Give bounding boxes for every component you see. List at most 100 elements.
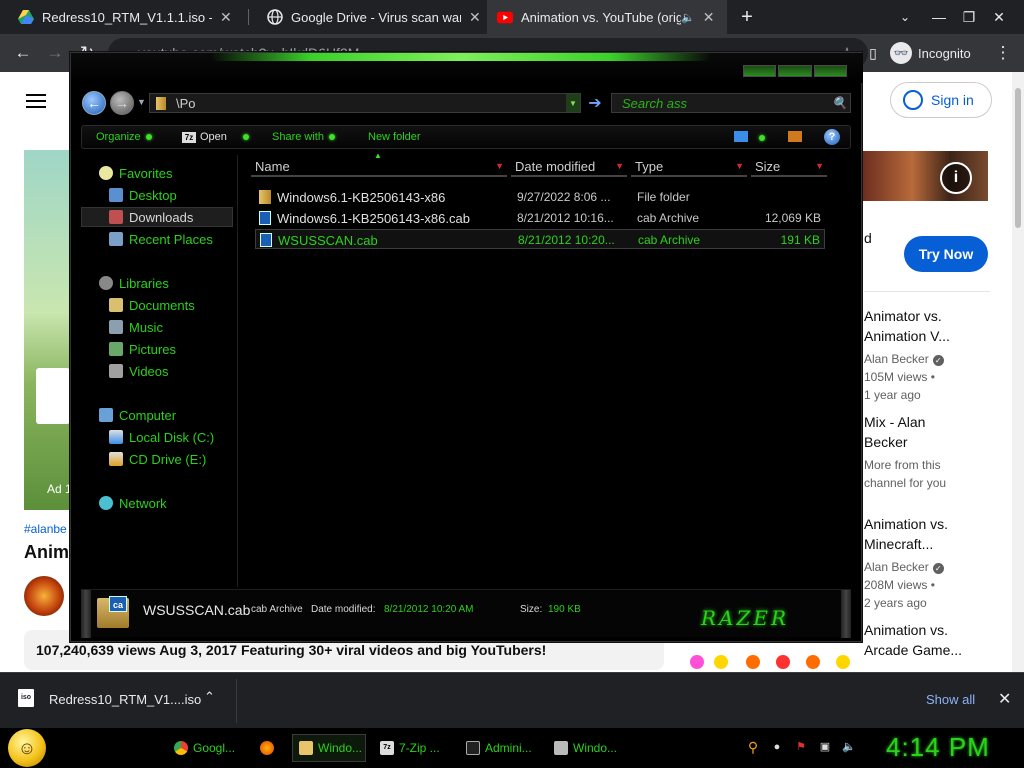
forward-button[interactable]: → xyxy=(110,91,134,115)
nav-network[interactable]: Network xyxy=(99,493,167,513)
column-dropdown-icon[interactable]: ▼ xyxy=(815,161,824,171)
column-header-name[interactable]: Name ▼ xyxy=(251,157,507,177)
share-label: Share with xyxy=(272,131,324,143)
open-button[interactable]: 7z Open xyxy=(182,131,249,143)
forward-arrow-icon[interactable]: → xyxy=(40,38,70,68)
close-shelf-icon[interactable]: ✕ xyxy=(998,689,1011,709)
column-label: Size xyxy=(755,158,781,174)
nav-music[interactable]: Music xyxy=(109,317,163,337)
network-tray-icon[interactable]: ▣ xyxy=(818,740,832,754)
nav-desktop[interactable]: Desktop xyxy=(109,185,177,205)
try-now-button[interactable]: Try Now xyxy=(904,236,988,272)
volume-icon[interactable]: 🔈 xyxy=(842,740,856,754)
address-input[interactable]: \Po ▼ xyxy=(149,93,581,113)
nav-videos[interactable]: Videos xyxy=(109,361,169,381)
file-row-selected[interactable]: WSUSSCAN.cab 8/21/2012 10:20... cab Arch… xyxy=(255,229,825,249)
incognito-indicator[interactable]: 👓 Incognito xyxy=(890,38,971,68)
nav-pictures[interactable]: Pictures xyxy=(109,339,176,359)
nav-computer[interactable]: Computer xyxy=(99,405,176,425)
download-item[interactable]: Redress10_RTM_V1....iso xyxy=(49,692,201,707)
nav-libraries[interactable]: Libraries xyxy=(99,273,169,293)
task-admin-cmd[interactable]: Admini... xyxy=(460,734,542,762)
column-dropdown-icon[interactable]: ▼ xyxy=(735,161,744,171)
task-7zip[interactable]: 7z 7-Zip ... xyxy=(374,734,452,762)
video-hashtag[interactable]: #alanbe xyxy=(24,522,67,536)
search-icon[interactable]: 🔍 xyxy=(832,96,847,110)
page-scrollbar[interactable] xyxy=(1012,72,1024,672)
organize-menu[interactable]: Organize xyxy=(96,131,152,143)
close-window-icon[interactable]: ✕ xyxy=(982,0,1016,34)
share-with-menu[interactable]: Share with xyxy=(272,131,335,143)
nav-favorites[interactable]: Favorites xyxy=(99,163,172,183)
go-arrow-icon[interactable]: ➔ xyxy=(586,94,604,112)
close-button[interactable] xyxy=(813,65,847,77)
back-arrow-icon[interactable]: ← xyxy=(8,38,38,68)
system-clock[interactable]: 4:14 PM xyxy=(886,732,990,763)
tab-google-drive-warning[interactable]: Google Drive - Virus scan warnin ✕ xyxy=(249,0,487,34)
minimize-icon[interactable]: — xyxy=(922,0,956,34)
address-dropdown-icon[interactable]: ▼ xyxy=(566,94,580,112)
column-label: Date modified xyxy=(515,158,596,174)
help-icon[interactable]: ? xyxy=(824,129,840,145)
view-options-icon[interactable] xyxy=(734,131,748,142)
column-dropdown-icon[interactable]: ▼ xyxy=(495,161,504,171)
minimize-button[interactable] xyxy=(743,65,777,77)
windows-update-icon xyxy=(554,741,568,755)
recommendation-item[interactable]: Animation vs. Minecraft... Alan Becker ✓ … xyxy=(864,514,1004,612)
details-right-bar xyxy=(841,590,851,638)
tray-status-icon[interactable]: ● xyxy=(770,740,784,754)
column-header-date[interactable]: Date modified ▼ xyxy=(511,157,627,177)
close-tab-icon[interactable]: ✕ xyxy=(703,9,715,26)
task-windows-update[interactable]: Windo... xyxy=(548,734,626,762)
open-label: Open xyxy=(200,131,227,143)
start-button-smiley-icon[interactable]: ☺ xyxy=(8,729,46,767)
view-dropdown-dot-icon[interactable] xyxy=(759,135,765,141)
hamburger-menu-icon[interactable] xyxy=(26,90,46,112)
show-all-button[interactable]: Show all xyxy=(926,692,975,707)
new-folder-button[interactable]: New folder xyxy=(368,131,421,143)
preview-pane-icon[interactable] xyxy=(788,131,802,142)
nav-downloads[interactable]: Downloads xyxy=(81,207,233,227)
recommendation-item[interactable]: Animator vs. Animation V... Alan Becker ✓… xyxy=(864,306,1004,404)
task-firefox[interactable] xyxy=(254,734,286,762)
rec-title-line: Arcade Game... xyxy=(864,642,963,658)
file-row[interactable]: Windows6.1-KB2506143-x86 9/27/2022 8:06 … xyxy=(255,187,825,207)
close-tab-icon[interactable]: ✕ xyxy=(220,9,232,26)
info-icon[interactable]: i xyxy=(940,162,972,194)
rec-title-line: Animation vs. xyxy=(864,516,949,532)
column-header-type[interactable]: Type ▼ xyxy=(631,157,747,177)
chevron-up-icon[interactable]: ⌃ xyxy=(204,689,215,705)
nav-recent-places[interactable]: Recent Places xyxy=(109,229,213,249)
channel-avatar[interactable] xyxy=(24,576,64,616)
search-input[interactable]: Search ass 🔍 xyxy=(611,93,851,113)
tab-drive-iso[interactable]: Redress10_RTM_V1.1.1.iso - Goo ✕ xyxy=(0,0,248,34)
video-player[interactable] xyxy=(24,150,70,510)
recommendation-item[interactable]: Mix - Alan Becker More from this channel… xyxy=(864,412,1004,492)
nav-documents[interactable]: Documents xyxy=(109,295,195,315)
column-header-size[interactable]: Size ▼ xyxy=(751,157,827,177)
recent-pages-dropdown-icon[interactable]: ▼ xyxy=(137,97,146,107)
game-ad-thumbnail[interactable] xyxy=(36,368,70,424)
tab-search-chevron-icon[interactable]: ⌄ xyxy=(888,0,922,34)
nav-cd-drive[interactable]: CD Drive (E:) xyxy=(109,449,206,469)
restore-icon[interactable]: ❐ xyxy=(952,0,986,34)
file-row[interactable]: Windows6.1-KB2506143-x86.cab 8/21/2012 1… xyxy=(255,208,825,228)
audio-playing-icon[interactable]: 🔈 xyxy=(681,11,695,24)
new-tab-button[interactable]: + xyxy=(730,0,764,34)
action-center-flag-icon[interactable]: ⚑ xyxy=(794,740,808,754)
maximize-button[interactable] xyxy=(778,65,812,77)
desktop-icon xyxy=(109,188,123,202)
tab-youtube[interactable]: Animation vs. YouTube (origi 🔈 ✕ xyxy=(487,0,727,34)
search-tray-icon[interactable]: ⚲ xyxy=(746,740,760,754)
nav-local-disk[interactable]: Local Disk (C:) xyxy=(109,427,214,447)
pane-splitter[interactable] xyxy=(237,155,238,587)
column-dropdown-icon[interactable]: ▼ xyxy=(615,161,624,171)
kebab-menu-icon[interactable]: ⋮ xyxy=(988,38,1018,68)
recommendation-item[interactable]: Animation vs. Arcade Game... xyxy=(864,620,1004,660)
task-explorer-active[interactable]: Windo... xyxy=(292,734,366,762)
arcade-thumbnail[interactable] xyxy=(686,651,856,673)
close-tab-icon[interactable]: ✕ xyxy=(469,9,481,26)
task-chrome[interactable]: Googl... xyxy=(168,734,246,762)
sign-in-button[interactable]: Sign in xyxy=(890,82,992,118)
back-button[interactable]: ← xyxy=(82,91,106,115)
